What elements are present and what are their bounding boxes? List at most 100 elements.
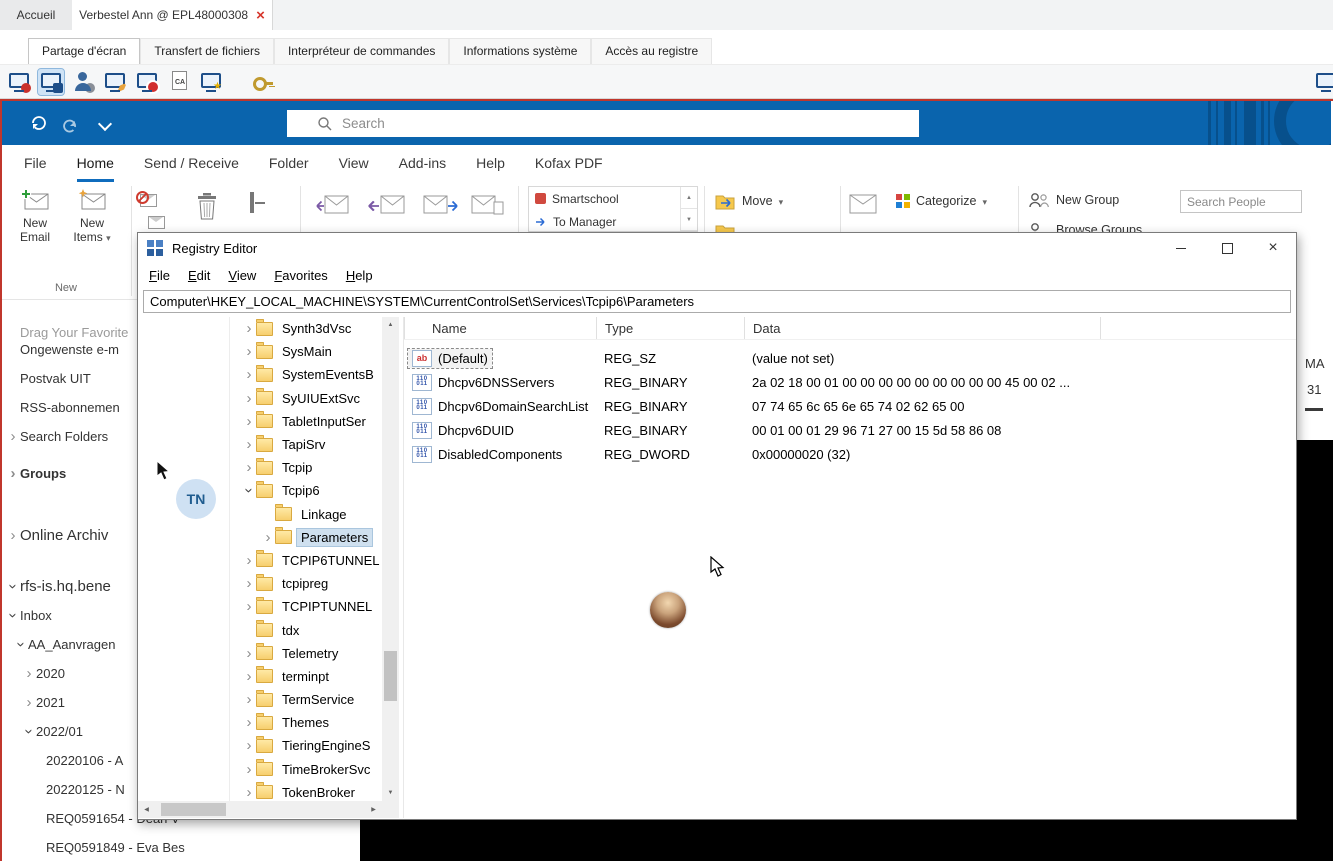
- scroll-up-icon[interactable]: [382, 317, 399, 333]
- new-items-button[interactable]: New Items: [64, 188, 120, 245]
- regedit-address-bar[interactable]: Computer\HKEY_LOCAL_MACHINE\SYSTEM\Curre…: [143, 290, 1291, 313]
- expand-chevron-icon[interactable]: [242, 414, 256, 429]
- screen-star-icon[interactable]: [198, 69, 224, 95]
- expand-chevron-icon[interactable]: [242, 321, 256, 336]
- expand-chevron-icon[interactable]: [6, 466, 20, 481]
- tree-item[interactable]: Linkage: [138, 503, 382, 526]
- screen-lock-icon[interactable]: [37, 67, 65, 96]
- outlook-search-bar[interactable]: Search: [287, 110, 919, 137]
- expand-chevron-icon[interactable]: [22, 725, 37, 739]
- column-header-data[interactable]: Data: [745, 317, 1101, 339]
- tree-item[interactable]: SyUIUExtSvc: [138, 387, 382, 410]
- tree-item[interactable]: TapiSrv: [138, 433, 382, 456]
- registry-value-row[interactable]: Dhcpv6DUID REG_BINARY 00 01 00 01 29 96 …: [404, 418, 1296, 442]
- menu-item[interactable]: Folder: [269, 145, 309, 182]
- expand-chevron-icon[interactable]: [22, 666, 36, 681]
- tree-item[interactable]: terminpt: [138, 665, 382, 688]
- regedit-title-bar[interactable]: Registry Editor: [138, 233, 1296, 263]
- archive-icon[interactable]: [250, 192, 254, 213]
- screen-share-icon[interactable]: [6, 69, 32, 95]
- expand-chevron-icon[interactable]: [14, 638, 29, 652]
- regedit-menu-item[interactable]: Help: [337, 263, 382, 288]
- categorize-button[interactable]: Categorize: [896, 194, 987, 208]
- nav-tab[interactable]: Accès au registre: [591, 38, 713, 64]
- expand-chevron-icon[interactable]: [242, 576, 256, 591]
- expand-chevron-icon[interactable]: [6, 528, 20, 543]
- remote-screen-icon[interactable]: [1313, 69, 1333, 95]
- menu-item[interactable]: View: [339, 145, 369, 182]
- tree-item[interactable]: Telemetry: [138, 642, 382, 665]
- expand-chevron-icon[interactable]: [22, 695, 36, 710]
- expand-chevron-icon[interactable]: [242, 762, 256, 777]
- send-receive-icon[interactable]: [28, 113, 48, 133]
- tree-vertical-scrollbar[interactable]: [382, 317, 399, 801]
- tree-item[interactable]: Parameters: [138, 526, 382, 549]
- menu-item[interactable]: Kofax PDF: [535, 145, 603, 182]
- menu-item[interactable]: Help: [476, 145, 505, 182]
- user-settings-icon[interactable]: [70, 69, 96, 95]
- registry-value-row[interactable]: DisabledComponents REG_DWORD 0x00000020 …: [404, 442, 1296, 466]
- expand-chevron-icon[interactable]: [242, 391, 256, 406]
- expand-chevron-icon[interactable]: [242, 669, 256, 684]
- undo-icon[interactable]: [60, 113, 80, 133]
- menu-item[interactable]: Add-ins: [399, 145, 446, 182]
- tree-item[interactable]: TimeBrokerSvc: [138, 758, 382, 781]
- regedit-menu-item[interactable]: Favorites: [265, 263, 336, 288]
- nav-tab[interactable]: Transfert de fichiers: [140, 38, 274, 64]
- expand-chevron-icon[interactable]: [6, 580, 21, 594]
- scrollbar-thumb[interactable]: [161, 803, 226, 816]
- tab-accueil[interactable]: Accueil: [0, 0, 73, 30]
- contact-photo-avatar[interactable]: [650, 592, 686, 628]
- expand-chevron-icon[interactable]: [242, 599, 256, 614]
- menu-item[interactable]: Home: [76, 145, 115, 182]
- quick-step-to-manager[interactable]: To Manager: [529, 210, 697, 231]
- expand-chevron-icon[interactable]: [261, 530, 275, 545]
- scroll-right-icon[interactable]: [365, 801, 382, 818]
- nav-tab[interactable]: Partage d'écran: [28, 38, 141, 64]
- key-icon[interactable]: [250, 69, 276, 95]
- column-header-type[interactable]: Type: [597, 317, 745, 339]
- new-email-button[interactable]: New Email: [8, 188, 62, 244]
- tree-horizontal-scrollbar[interactable]: [138, 801, 382, 818]
- close-tab-icon[interactable]: [256, 8, 265, 23]
- expand-chevron-icon[interactable]: [242, 460, 256, 475]
- scroll-left-icon[interactable]: [138, 801, 155, 818]
- tree-item[interactable]: TCPIPTUNNEL: [138, 595, 382, 618]
- expand-chevron-icon[interactable]: [6, 609, 21, 623]
- expand-chevron-icon[interactable]: [242, 344, 256, 359]
- search-people-input[interactable]: Search People: [1180, 190, 1302, 213]
- regedit-menu-item[interactable]: View: [219, 263, 265, 288]
- scroll-down-icon[interactable]: [382, 785, 399, 801]
- menu-item[interactable]: File: [24, 145, 47, 182]
- expand-chevron-icon[interactable]: [242, 367, 256, 382]
- tree-item[interactable]: SysMain: [138, 340, 382, 363]
- minimize-button[interactable]: [1158, 234, 1204, 263]
- reply-icon[interactable]: [314, 192, 350, 218]
- regedit-menu-item[interactable]: File: [140, 263, 179, 288]
- tree-item[interactable]: SystemEventsB: [138, 363, 382, 386]
- delete-icon[interactable]: [194, 190, 220, 222]
- expand-chevron-icon[interactable]: [242, 785, 256, 800]
- tree-item[interactable]: TermService: [138, 688, 382, 711]
- nav-tab[interactable]: Informations système: [449, 38, 592, 64]
- registry-value-row[interactable]: Dhcpv6DNSServers REG_BINARY 2a 02 18 00 …: [404, 370, 1296, 394]
- forward-icon[interactable]: [422, 192, 460, 218]
- screen-record-icon[interactable]: [134, 69, 160, 95]
- scroll-up-icon[interactable]: [681, 187, 697, 209]
- tree-item[interactable]: Tcpip6: [138, 479, 382, 502]
- registry-value-row[interactable]: Dhcpv6DomainSearchList REG_BINARY 07 74 …: [404, 394, 1296, 418]
- menu-item[interactable]: Send / Receive: [144, 145, 239, 182]
- tree-item[interactable]: Synth3dVsc: [138, 317, 382, 340]
- move-button[interactable]: Move: [714, 192, 783, 210]
- expand-chevron-icon[interactable]: [242, 646, 256, 661]
- tree-item[interactable]: TokenBroker: [138, 781, 382, 801]
- expand-chevron-icon[interactable]: [242, 738, 256, 753]
- ignore-icon[interactable]: [136, 191, 157, 212]
- expand-chevron-icon[interactable]: [242, 715, 256, 730]
- tree-item[interactable]: TCPIP6TUNNEL: [138, 549, 382, 572]
- registry-value-row[interactable]: (Default) REG_SZ (value not set): [404, 346, 1296, 370]
- close-button[interactable]: [1250, 234, 1296, 263]
- nav-tab[interactable]: Interpréteur de commandes: [273, 38, 450, 64]
- tree-item[interactable]: TieringEngineS: [138, 734, 382, 757]
- tree-item[interactable]: Tcpip: [138, 456, 382, 479]
